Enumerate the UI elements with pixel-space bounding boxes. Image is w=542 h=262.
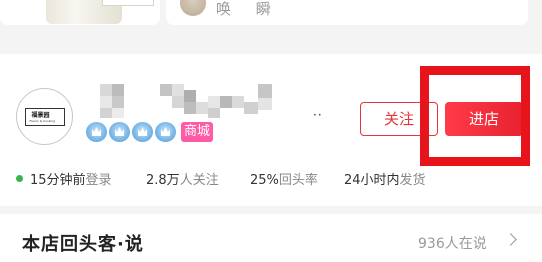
page: 唤 瞬 福景园 Flavor & Cooking ·· 商城 关注 进店 15分… xyxy=(0,0,542,262)
shop-badges[interactable]: 商城 xyxy=(86,122,214,142)
returning-customers-title: 本店回头客·说 xyxy=(22,234,144,255)
returning-customers-section[interactable]: 本店回头客·说 936人在说 xyxy=(0,214,542,262)
returning-customers-count[interactable]: 936人在说 xyxy=(418,233,487,253)
stat-followers: 2.8万人关注 xyxy=(146,169,219,188)
product-image xyxy=(46,0,154,24)
logo-text: 福景园 xyxy=(31,111,50,119)
crown-icon xyxy=(109,122,130,142)
reviewer-avatar xyxy=(180,0,206,16)
stat-shipping: 24小时内发货 xyxy=(344,169,426,188)
logo-mark: 福景园 Flavor & Cooking xyxy=(24,107,65,126)
logo-subtext: Flavor & Cooking xyxy=(29,118,56,123)
shop-name-blurred[interactable]: ·· xyxy=(98,82,322,122)
stat-last-login: 15分钟前登录 xyxy=(30,169,112,188)
stat-value: 24小时内 xyxy=(344,173,400,188)
stat-value: 15分钟前 xyxy=(30,173,86,188)
shop-card: 福景园 Flavor & Cooking ·· 商城 关注 进店 15分钟前登录… xyxy=(0,54,542,206)
stat-value: 25% xyxy=(250,173,279,188)
stat-label: 人关注 xyxy=(179,173,219,188)
crown-icon xyxy=(155,122,176,142)
stat-return-rate: 25%回头率 xyxy=(250,169,318,188)
chevron-right-icon[interactable] xyxy=(504,233,517,246)
review-text: 唤 瞬 xyxy=(216,0,281,18)
product-label xyxy=(102,0,154,6)
crown-icon xyxy=(132,122,153,142)
crown-icon xyxy=(86,122,107,142)
product-card[interactable] xyxy=(0,0,160,25)
stat-value: 2.8万 xyxy=(146,173,180,188)
product-strip: 唤 瞬 xyxy=(0,0,542,48)
highlight-annotation-box xyxy=(420,66,530,166)
stat-label: 发货 xyxy=(399,173,426,188)
review-card[interactable]: 唤 瞬 xyxy=(166,0,528,25)
stat-label: 回头率 xyxy=(278,173,318,188)
mall-badge: 商城 xyxy=(181,122,214,142)
stat-label: 登录 xyxy=(85,173,112,188)
name-ellipsis: ·· xyxy=(313,108,323,122)
shop-logo[interactable]: 福景园 Flavor & Cooking xyxy=(16,88,73,145)
online-status-dot xyxy=(16,175,23,182)
